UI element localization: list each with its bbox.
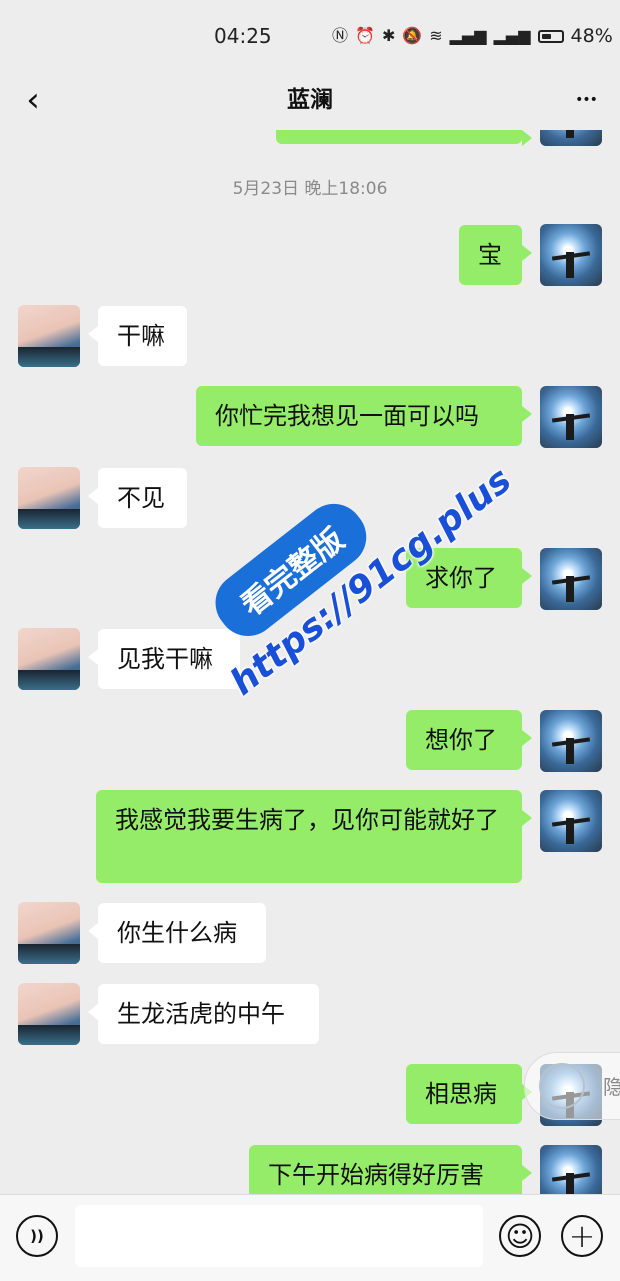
contact-avatar[interactable] bbox=[18, 983, 80, 1045]
contact-avatar[interactable] bbox=[18, 628, 80, 690]
message-bubble-contact[interactable]: 你生什么病 bbox=[88, 903, 266, 963]
emoji-icon: ☺ bbox=[505, 1219, 535, 1253]
my-avatar[interactable] bbox=[540, 790, 602, 852]
chat-messages[interactable]: 5月23日 晚上18:06 宝 干嘛 你忙完我想见一面可以吗 不见 求你了 见我… bbox=[0, 130, 620, 1194]
more-options-button[interactable]: ••• bbox=[566, 80, 606, 120]
more-icon: ••• bbox=[575, 92, 598, 108]
my-avatar[interactable] bbox=[540, 386, 602, 448]
nfc-icon: Ⓝ bbox=[332, 26, 349, 45]
message-input[interactable] bbox=[75, 1205, 483, 1267]
signal-4g-icon: ▂▄▆ bbox=[493, 26, 531, 45]
status-bar: 04:25 Ⓝ ⏰ ✱ 🔕 ≋ ▂▄▆ ▂▄▆ 48% bbox=[0, 0, 620, 70]
shield-icon bbox=[539, 1063, 585, 1109]
watermark-badge: 看完整版 bbox=[203, 491, 379, 649]
plus-icon: + bbox=[568, 1217, 596, 1255]
status-icons: Ⓝ ⏰ ✱ 🔕 ≋ ▂▄▆ ▂▄▆ 48% bbox=[332, 23, 613, 49]
contact-avatar[interactable] bbox=[18, 467, 80, 529]
emoji-button[interactable]: ☺ bbox=[499, 1215, 541, 1257]
battery-percentage: 48% bbox=[570, 25, 613, 47]
message-bubble-contact[interactable]: 生龙活虎的中午 bbox=[88, 984, 319, 1044]
voice-button[interactable]: )) bbox=[16, 1215, 58, 1257]
my-avatar[interactable] bbox=[540, 710, 602, 772]
voice-icon: )) bbox=[30, 1227, 44, 1245]
message-bubble-contact[interactable]: 见我干嘛 bbox=[88, 629, 240, 689]
battery-icon bbox=[537, 29, 564, 43]
message-bubble-mine[interactable]: 你忙完我想见一面可以吗 bbox=[196, 386, 532, 446]
my-avatar[interactable] bbox=[540, 130, 602, 146]
message-bubble-mine[interactable]: 我感觉我要生病了，见你可能就好了 bbox=[96, 790, 532, 883]
message-bubble-previous[interactable] bbox=[276, 130, 532, 146]
status-time: 04:25 bbox=[214, 24, 272, 48]
message-bubble-mine[interactable]: 下午开始病得好厉害 bbox=[249, 1145, 532, 1194]
my-avatar[interactable] bbox=[540, 548, 602, 610]
contact-avatar[interactable] bbox=[18, 305, 80, 367]
more-functions-button[interactable]: + bbox=[561, 1215, 603, 1257]
hide-label: 隐 bbox=[603, 1075, 620, 1099]
chat-title: 蓝澜 bbox=[287, 87, 333, 113]
mute-icon: 🔕 bbox=[402, 26, 423, 45]
message-bubble-mine[interactable]: 宝 bbox=[459, 225, 532, 285]
message-timestamp: 5月23日 晚上18:06 bbox=[232, 179, 388, 199]
message-bubble-mine[interactable]: 相思病 bbox=[406, 1064, 532, 1124]
message-bubble-mine[interactable]: 求你了 bbox=[406, 548, 532, 608]
chat-header: ‹ 蓝澜 ••• bbox=[0, 70, 620, 130]
signal-5g-icon: ▂▄▆ bbox=[449, 26, 487, 45]
alarm-icon: ⏰ bbox=[355, 26, 375, 45]
message-bubble-mine[interactable]: 想你了 bbox=[406, 710, 532, 770]
my-avatar[interactable] bbox=[540, 1145, 602, 1194]
input-bar: )) ☺ + bbox=[0, 1194, 620, 1281]
message-bubble-contact[interactable]: 干嘛 bbox=[88, 306, 187, 366]
contact-avatar[interactable] bbox=[18, 902, 80, 964]
wifi-icon: ≋ bbox=[429, 26, 443, 45]
message-bubble-contact[interactable]: 不见 bbox=[88, 468, 187, 528]
floating-hide-chip[interactable]: 隐 bbox=[524, 1052, 620, 1120]
my-avatar[interactable] bbox=[540, 224, 602, 286]
bluetooth-icon: ✱ bbox=[381, 26, 396, 45]
